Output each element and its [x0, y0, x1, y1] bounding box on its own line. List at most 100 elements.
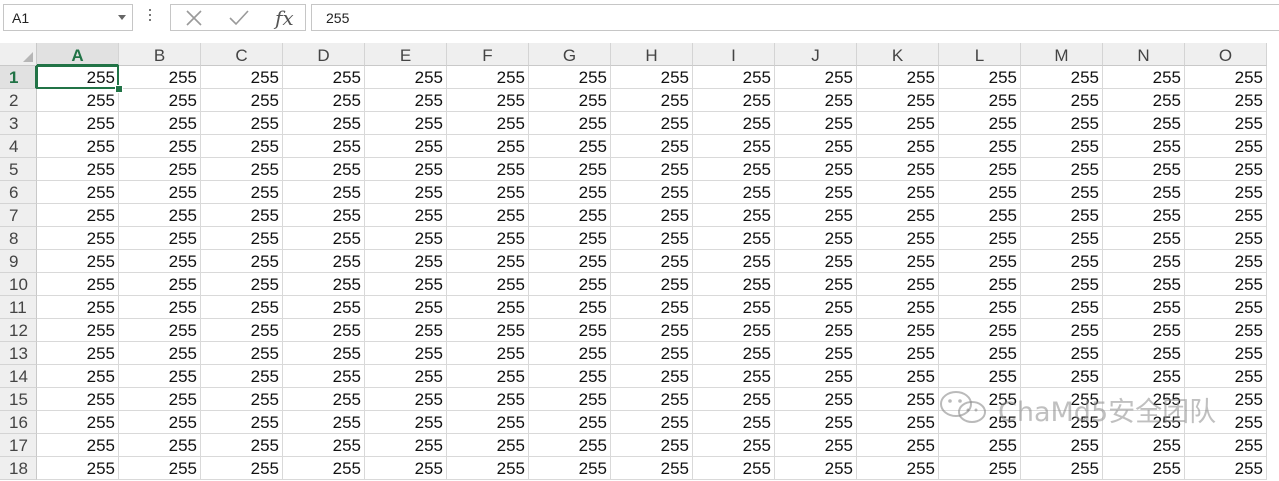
cell-h17[interactable]: 255 — [611, 434, 693, 457]
cell-i18[interactable]: 255 — [693, 457, 775, 480]
cell-i15[interactable]: 255 — [693, 388, 775, 411]
cell-l5[interactable]: 255 — [939, 158, 1021, 181]
cell-k13[interactable]: 255 — [857, 342, 939, 365]
cell-o4[interactable]: 255 — [1185, 135, 1267, 158]
cell-j1[interactable]: 255 — [775, 66, 857, 89]
cell-b7[interactable]: 255 — [119, 204, 201, 227]
cell-k10[interactable]: 255 — [857, 273, 939, 296]
cell-o5[interactable]: 255 — [1185, 158, 1267, 181]
row-header-1[interactable]: 1 — [0, 66, 37, 89]
chevron-down-icon[interactable] — [118, 15, 126, 20]
cell-j17[interactable]: 255 — [775, 434, 857, 457]
column-header-l[interactable]: L — [939, 43, 1021, 66]
cell-h11[interactable]: 255 — [611, 296, 693, 319]
cell-k14[interactable]: 255 — [857, 365, 939, 388]
row-header-16[interactable]: 16 — [0, 411, 37, 434]
cell-j5[interactable]: 255 — [775, 158, 857, 181]
cell-j12[interactable]: 255 — [775, 319, 857, 342]
cell-o13[interactable]: 255 — [1185, 342, 1267, 365]
row-header-11[interactable]: 11 — [0, 296, 37, 319]
cell-g7[interactable]: 255 — [529, 204, 611, 227]
cell-a18[interactable]: 255 — [37, 457, 119, 480]
cell-c11[interactable]: 255 — [201, 296, 283, 319]
name-box[interactable]: A1 — [3, 4, 133, 31]
row-header-5[interactable]: 5 — [0, 158, 37, 181]
cell-j11[interactable]: 255 — [775, 296, 857, 319]
row-header-10[interactable]: 10 — [0, 273, 37, 296]
cell-b11[interactable]: 255 — [119, 296, 201, 319]
cell-f18[interactable]: 255 — [447, 457, 529, 480]
cell-m11[interactable]: 255 — [1021, 296, 1103, 319]
cell-j15[interactable]: 255 — [775, 388, 857, 411]
cell-m7[interactable]: 255 — [1021, 204, 1103, 227]
cell-l12[interactable]: 255 — [939, 319, 1021, 342]
cell-d16[interactable]: 255 — [283, 411, 365, 434]
column-header-k[interactable]: K — [857, 43, 939, 66]
cell-k1[interactable]: 255 — [857, 66, 939, 89]
select-all-button[interactable] — [0, 43, 37, 66]
cell-b12[interactable]: 255 — [119, 319, 201, 342]
cell-m15[interactable]: 255 — [1021, 388, 1103, 411]
column-header-i[interactable]: I — [693, 43, 775, 66]
cell-e12[interactable]: 255 — [365, 319, 447, 342]
cell-j13[interactable]: 255 — [775, 342, 857, 365]
cell-k15[interactable]: 255 — [857, 388, 939, 411]
cell-n11[interactable]: 255 — [1103, 296, 1185, 319]
cell-b6[interactable]: 255 — [119, 181, 201, 204]
cell-e17[interactable]: 255 — [365, 434, 447, 457]
cell-c14[interactable]: 255 — [201, 365, 283, 388]
cell-c6[interactable]: 255 — [201, 181, 283, 204]
cell-i3[interactable]: 255 — [693, 112, 775, 135]
cell-k9[interactable]: 255 — [857, 250, 939, 273]
cell-o8[interactable]: 255 — [1185, 227, 1267, 250]
cell-a9[interactable]: 255 — [37, 250, 119, 273]
cell-b4[interactable]: 255 — [119, 135, 201, 158]
cell-n17[interactable]: 255 — [1103, 434, 1185, 457]
cell-i1[interactable]: 255 — [693, 66, 775, 89]
row-header-14[interactable]: 14 — [0, 365, 37, 388]
cell-f3[interactable]: 255 — [447, 112, 529, 135]
column-header-h[interactable]: H — [611, 43, 693, 66]
cell-d3[interactable]: 255 — [283, 112, 365, 135]
cell-i13[interactable]: 255 — [693, 342, 775, 365]
cell-n18[interactable]: 255 — [1103, 457, 1185, 480]
cell-n13[interactable]: 255 — [1103, 342, 1185, 365]
cell-n6[interactable]: 255 — [1103, 181, 1185, 204]
cell-g2[interactable]: 255 — [529, 89, 611, 112]
cell-a1[interactable]: 255 — [37, 66, 119, 89]
cell-g3[interactable]: 255 — [529, 112, 611, 135]
cell-i6[interactable]: 255 — [693, 181, 775, 204]
cell-d9[interactable]: 255 — [283, 250, 365, 273]
cell-l10[interactable]: 255 — [939, 273, 1021, 296]
cell-h2[interactable]: 255 — [611, 89, 693, 112]
column-header-f[interactable]: F — [447, 43, 529, 66]
cell-f12[interactable]: 255 — [447, 319, 529, 342]
cell-f16[interactable]: 255 — [447, 411, 529, 434]
cell-a11[interactable]: 255 — [37, 296, 119, 319]
cell-i11[interactable]: 255 — [693, 296, 775, 319]
cell-c12[interactable]: 255 — [201, 319, 283, 342]
cell-g11[interactable]: 255 — [529, 296, 611, 319]
cell-g13[interactable]: 255 — [529, 342, 611, 365]
cell-j7[interactable]: 255 — [775, 204, 857, 227]
cell-h13[interactable]: 255 — [611, 342, 693, 365]
cell-d1[interactable]: 255 — [283, 66, 365, 89]
fill-handle[interactable] — [115, 85, 123, 93]
cell-l16[interactable]: 255 — [939, 411, 1021, 434]
cell-k8[interactable]: 255 — [857, 227, 939, 250]
cell-m3[interactable]: 255 — [1021, 112, 1103, 135]
cell-n5[interactable]: 255 — [1103, 158, 1185, 181]
cell-o1[interactable]: 255 — [1185, 66, 1267, 89]
cell-e1[interactable]: 255 — [365, 66, 447, 89]
cell-i17[interactable]: 255 — [693, 434, 775, 457]
cell-h3[interactable]: 255 — [611, 112, 693, 135]
row-header-15[interactable]: 15 — [0, 388, 37, 411]
cell-d11[interactable]: 255 — [283, 296, 365, 319]
cell-h12[interactable]: 255 — [611, 319, 693, 342]
row-header-9[interactable]: 9 — [0, 250, 37, 273]
cell-j18[interactable]: 255 — [775, 457, 857, 480]
cell-l13[interactable]: 255 — [939, 342, 1021, 365]
cell-d12[interactable]: 255 — [283, 319, 365, 342]
cell-b16[interactable]: 255 — [119, 411, 201, 434]
cell-k11[interactable]: 255 — [857, 296, 939, 319]
